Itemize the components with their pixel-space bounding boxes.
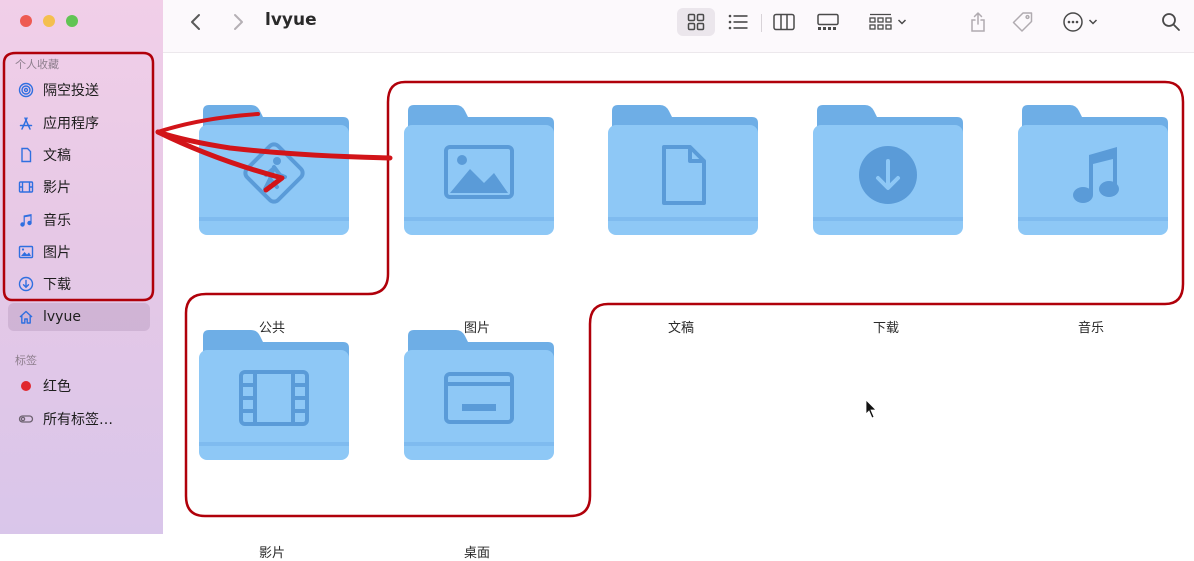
document-icon — [17, 146, 35, 164]
search-button[interactable] — [1157, 8, 1185, 36]
sidebar-item-pictures[interactable]: 图片 — [8, 238, 150, 266]
music-note-icon — [17, 211, 35, 229]
gallery-icon — [817, 13, 839, 30]
back-button[interactable] — [183, 8, 209, 36]
sidebar: 个人收藏 隔空投送 应用程序 文稿 影片 音乐 图片 下载 lvyue 标签 红… — [0, 0, 163, 534]
sidebar-tag-red[interactable]: 红色 — [8, 372, 150, 400]
sidebar-item-label: 红色 — [43, 379, 71, 395]
folder-label: 文稿 — [667, 321, 694, 336]
tag-icon — [1012, 12, 1033, 32]
more-actions-button[interactable] — [1058, 8, 1102, 36]
favorites-section-label: 个人收藏 — [15, 58, 59, 71]
folder-icon — [608, 105, 758, 235]
tag-button[interactable] — [1008, 8, 1038, 36]
sidebar-item-label: 隔空投送 — [43, 83, 99, 99]
chevron-down-icon — [1088, 19, 1098, 25]
red-tag-dot-icon — [17, 377, 35, 395]
gallery-view-button[interactable] — [811, 8, 845, 36]
sidebar-item-music[interactable]: 音乐 — [8, 206, 150, 234]
folder-icon — [199, 330, 349, 460]
sidebar-item-label: 音乐 — [43, 213, 71, 229]
folder-label: 影片 — [258, 546, 285, 561]
share-icon — [971, 11, 985, 32]
icon-view-button[interactable] — [677, 8, 715, 36]
folder-item-desktop[interactable]: 桌面 — [392, 328, 562, 561]
applications-icon — [17, 114, 35, 132]
zoom-window-button[interactable] — [66, 15, 78, 27]
share-button[interactable] — [963, 8, 993, 36]
chevron-down-icon — [897, 19, 907, 25]
home-icon — [17, 308, 35, 326]
film-icon — [17, 178, 35, 196]
sidebar-item-label: lvyue — [43, 309, 81, 325]
sidebar-item-label: 文稿 — [43, 148, 71, 164]
chevron-right-icon — [234, 14, 243, 30]
photo-icon — [17, 243, 35, 261]
sidebar-item-label: 影片 — [43, 180, 71, 196]
folder-label: 桌面 — [463, 546, 490, 561]
columns-icon — [773, 13, 795, 31]
folder-item-movies[interactable]: 影片 — [187, 328, 357, 561]
minimize-window-button[interactable] — [43, 15, 55, 27]
group-grid-icon — [869, 13, 892, 30]
folder-item-public[interactable]: 公共 — [187, 103, 357, 336]
group-by-button[interactable] — [863, 8, 913, 36]
toolbar: lvyue — [163, 0, 1194, 53]
list-view-button[interactable] — [721, 8, 755, 36]
folder-icon — [813, 105, 963, 235]
folder-item-music[interactable]: 音乐 — [1006, 103, 1176, 336]
sidebar-item-label: 所有标签… — [43, 412, 113, 428]
folder-icon — [404, 330, 554, 460]
ellipsis-circle-icon — [1063, 12, 1083, 32]
airdrop-icon — [17, 81, 35, 99]
folder-icon — [1018, 105, 1168, 235]
sidebar-item-label: 应用程序 — [43, 116, 99, 132]
file-browser-content: 公共 图片 文稿 下载 音乐 影片 桌面 — [163, 53, 1194, 561]
tags-section-label: 标签 — [15, 354, 37, 367]
sidebar-item-home[interactable]: lvyue — [8, 303, 150, 331]
sidebar-item-downloads[interactable]: 下载 — [8, 270, 150, 298]
folder-label: 下载 — [872, 321, 899, 336]
forward-button[interactable] — [225, 8, 251, 36]
folder-icon — [404, 105, 554, 235]
close-window-button[interactable] — [20, 15, 32, 27]
folder-item-documents[interactable]: 文稿 — [596, 103, 766, 336]
sidebar-item-applications[interactable]: 应用程序 — [8, 109, 150, 137]
chevron-left-icon — [191, 14, 200, 30]
search-icon — [1162, 13, 1180, 31]
sidebar-item-movies[interactable]: 影片 — [8, 173, 150, 201]
sidebar-item-label: 下载 — [43, 277, 71, 293]
column-view-button[interactable] — [767, 8, 801, 36]
grid-icon — [687, 13, 705, 31]
window-title: lvyue — [265, 10, 317, 30]
list-icon — [728, 14, 748, 30]
sidebar-item-airdrop[interactable]: 隔空投送 — [8, 76, 150, 104]
all-tags-icon — [17, 410, 35, 428]
download-icon — [859, 146, 917, 204]
folder-label: 音乐 — [1077, 321, 1104, 336]
folder-icon — [199, 105, 349, 235]
sidebar-item-label: 图片 — [43, 245, 71, 261]
sidebar-all-tags[interactable]: 所有标签… — [8, 405, 150, 433]
toolbar-divider — [761, 14, 762, 32]
sidebar-item-documents[interactable]: 文稿 — [8, 141, 150, 169]
folder-item-downloads[interactable]: 下载 — [801, 103, 971, 336]
folder-item-pictures[interactable]: 图片 — [392, 103, 562, 336]
download-icon — [17, 275, 35, 293]
